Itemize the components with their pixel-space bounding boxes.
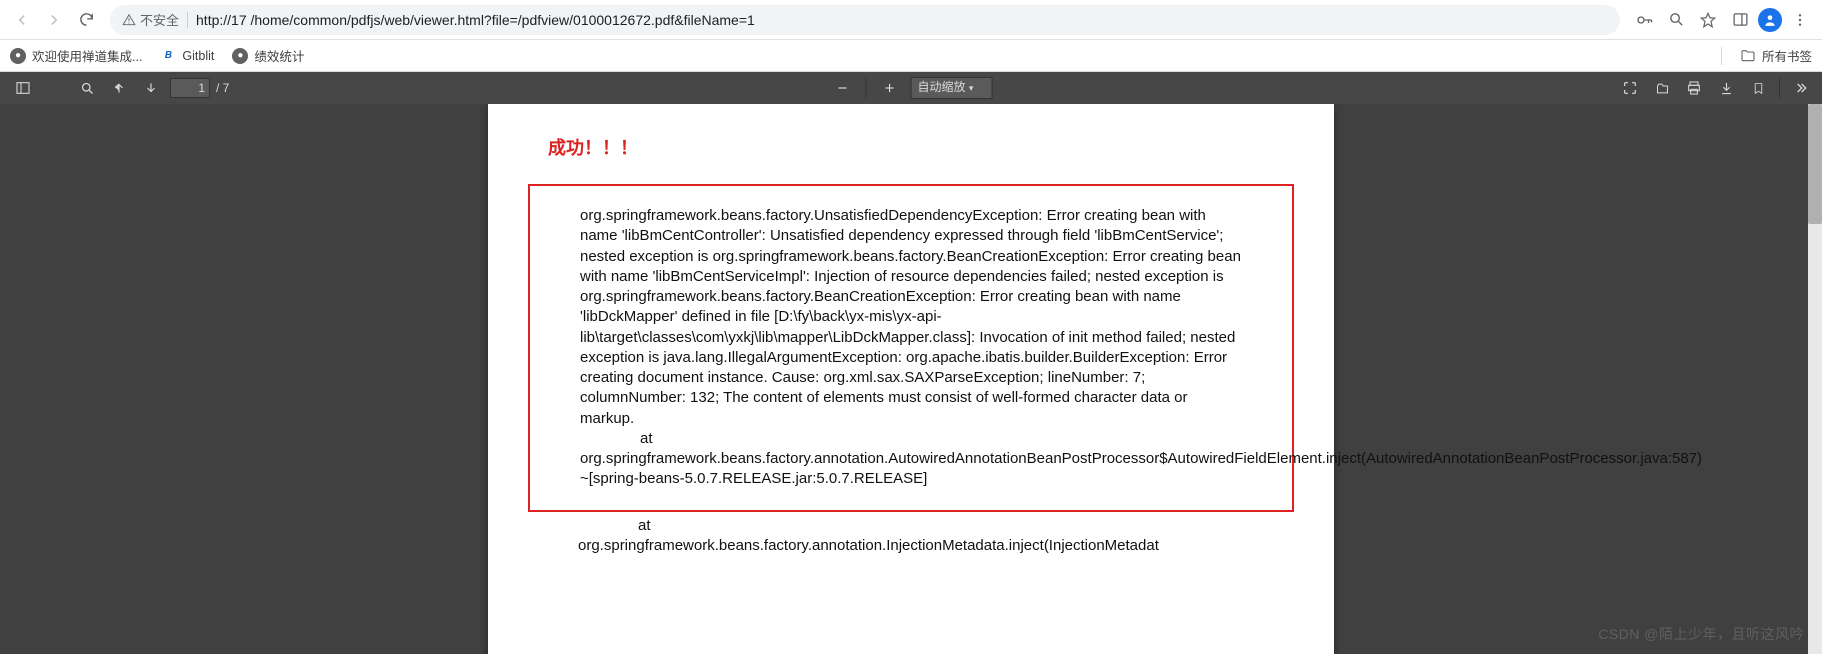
zoom-search-icon[interactable] bbox=[1662, 6, 1690, 34]
bookmark-item-zentao[interactable]: ● 欢迎使用禅道集成... bbox=[10, 46, 142, 65]
address-bar[interactable]: 不安全 http://17 /home/common/pdfjs/web/vie… bbox=[110, 5, 1620, 35]
stack-at: at bbox=[640, 430, 653, 447]
scroll-thumb[interactable] bbox=[1808, 104, 1822, 224]
forward-button[interactable] bbox=[40, 6, 68, 34]
stack-line-2: org.springframework.beans.factory.annota… bbox=[578, 537, 1159, 554]
zoom-select[interactable]: 自动缩放 ▾ bbox=[911, 77, 993, 99]
document-heading: 成功！！！ bbox=[548, 134, 1294, 160]
error-box: org.springframework.beans.factory.Unsati… bbox=[528, 184, 1294, 512]
url-text: http://17 /home/common/pdfjs/web/viewer.… bbox=[196, 12, 755, 28]
profile-avatar[interactable] bbox=[1758, 8, 1782, 32]
bookmark-item-gitblit[interactable]: B Gitblit bbox=[160, 48, 214, 64]
browser-toolbar: 不安全 http://17 /home/common/pdfjs/web/vie… bbox=[0, 0, 1822, 40]
page-number-input[interactable] bbox=[170, 78, 210, 98]
error-text: org.springframework.beans.factory.Unsati… bbox=[580, 207, 1241, 427]
bookmark-star-icon[interactable] bbox=[1694, 6, 1722, 34]
bookmark-label: 绩效统计 bbox=[254, 46, 304, 65]
page-total-label: / 7 bbox=[216, 81, 229, 95]
vertical-scrollbar[interactable] bbox=[1808, 104, 1822, 654]
side-panel-icon[interactable] bbox=[1726, 6, 1754, 34]
zoom-label: 自动缩放 bbox=[918, 80, 966, 94]
presentation-icon[interactable] bbox=[1617, 75, 1643, 101]
print-icon[interactable] bbox=[1681, 75, 1707, 101]
download-icon[interactable] bbox=[1713, 75, 1739, 101]
next-page-icon[interactable] bbox=[138, 75, 164, 101]
pdf-viewport[interactable]: 成功！！！ org.springframework.beans.factory.… bbox=[0, 104, 1822, 654]
bookmarks-bar: ● 欢迎使用禅道集成... B Gitblit ● 绩效统计 所有书签 bbox=[0, 40, 1822, 72]
bookmark-item-stats[interactable]: ● 绩效统计 bbox=[232, 46, 304, 65]
back-button[interactable] bbox=[8, 6, 36, 34]
kebab-menu-icon[interactable] bbox=[1786, 6, 1814, 34]
chevron-down-icon: ▾ bbox=[969, 83, 974, 93]
sidebar-toggle-icon[interactable] bbox=[10, 75, 36, 101]
gitblit-icon: B bbox=[160, 48, 176, 64]
prev-page-icon[interactable] bbox=[106, 75, 132, 101]
insecure-badge: 不安全 bbox=[122, 10, 179, 29]
stack-line-1: org.springframework.beans.factory.annota… bbox=[580, 450, 1702, 487]
all-bookmarks-button[interactable]: 所有书签 bbox=[1740, 46, 1812, 65]
stack-at-2: at bbox=[638, 517, 651, 534]
pdf-page: 成功！！！ org.springframework.beans.factory.… bbox=[488, 104, 1334, 654]
bookmark-label: Gitblit bbox=[182, 49, 214, 63]
warning-icon bbox=[122, 13, 136, 27]
after-box: at org.springframework.beans.factory.ann… bbox=[528, 512, 1294, 557]
all-bookmarks-label: 所有书签 bbox=[1762, 46, 1812, 65]
folder-icon bbox=[1740, 48, 1756, 64]
tools-more-icon[interactable] bbox=[1788, 75, 1814, 101]
bookmark-label: 欢迎使用禅道集成... bbox=[32, 46, 142, 65]
open-file-icon[interactable] bbox=[1649, 75, 1675, 101]
globe-icon: ● bbox=[10, 48, 26, 64]
password-key-icon[interactable] bbox=[1630, 6, 1658, 34]
find-icon[interactable] bbox=[74, 75, 100, 101]
zoom-in-icon[interactable] bbox=[877, 75, 903, 101]
insecure-label: 不安全 bbox=[140, 10, 179, 29]
globe-icon: ● bbox=[232, 48, 248, 64]
zoom-out-icon[interactable] bbox=[830, 75, 856, 101]
reload-button[interactable] bbox=[72, 6, 100, 34]
bookmark-icon[interactable] bbox=[1745, 75, 1771, 101]
pdfjs-toolbar: / 7 自动缩放 ▾ bbox=[0, 72, 1822, 104]
